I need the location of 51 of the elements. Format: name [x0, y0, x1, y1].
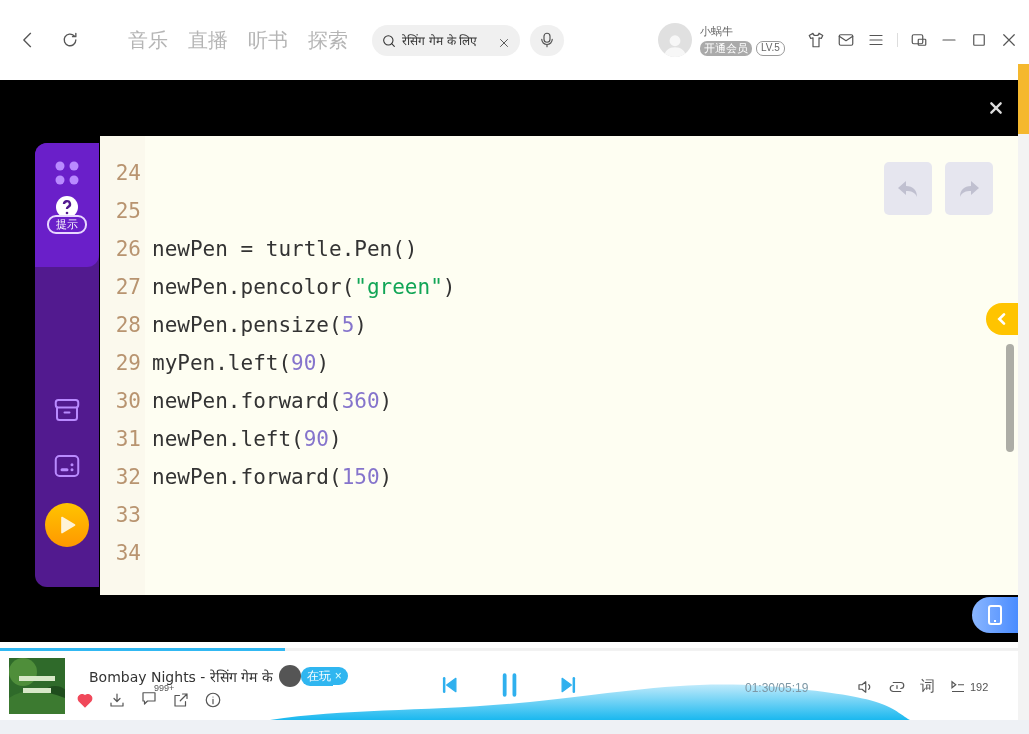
line-number: 34 — [114, 540, 142, 567]
code-line: newPen.forward(150) — [152, 464, 394, 491]
code-line: newPen = turtle.Pen() — [152, 236, 419, 263]
user-name: 小蜗牛 — [700, 24, 734, 39]
microphone-icon — [538, 31, 556, 49]
apps-icon[interactable] — [55, 161, 79, 185]
line-number: 24 — [114, 160, 142, 187]
lyrics-button[interactable]: 词 — [920, 677, 935, 696]
comment-icon[interactable] — [140, 689, 158, 707]
code-line: newPen.pencolor("green") — [152, 274, 456, 301]
nav-tab[interactable]: 听书 — [248, 26, 288, 54]
line-number: 30 — [114, 388, 142, 415]
search-icon — [381, 32, 397, 49]
status-badge[interactable]: 在玩 — [300, 666, 333, 686]
nav-tab[interactable]: 探索 — [308, 26, 348, 54]
code-line: newPen.left(90) — [152, 426, 343, 453]
line-number: 29 — [114, 350, 142, 377]
heart-icon[interactable] — [76, 691, 94, 709]
line-number: 26 — [114, 236, 142, 263]
line-number: 28 — [114, 312, 142, 339]
line-number: 27 — [114, 274, 142, 301]
info-icon[interactable] — [204, 691, 222, 709]
scrollbar[interactable] — [1006, 344, 1014, 452]
hint-button[interactable]: 提示 — [47, 195, 87, 234]
playlist-button[interactable]: 192 — [949, 677, 989, 696]
clear-icon[interactable] — [498, 36, 510, 49]
close-icon[interactable] — [988, 100, 1004, 116]
line-number: 32 — [114, 464, 142, 491]
phone-icon — [987, 605, 1003, 625]
line-number: 25 — [114, 198, 142, 225]
share-icon[interactable] — [172, 691, 190, 709]
nav-tab[interactable]: 直播 — [188, 26, 228, 54]
code-line: newPen.pensize(5) — [152, 312, 368, 339]
code-line: newPen.forward(360) — [152, 388, 394, 415]
song-title[interactable]: Bombay Nights - रेसिंग गेम के — [89, 666, 273, 686]
code-line: myPen.left(90) — [152, 350, 331, 377]
voice-search-button[interactable] — [530, 24, 564, 56]
code-editor[interactable]: 24 25 26 27 28 29 30 31 32 33 34 newPen = turtle.Pen() newPen.pencolor("green") newPen.pensize(5) myPen.left(90) newPen.forward(360) newPen.left(90) newPen.forward(150) — [100, 136, 1018, 595]
line-number: 31 — [114, 426, 142, 453]
mini-player-icon[interactable] — [909, 31, 928, 49]
mobile-button[interactable] — [972, 597, 1018, 633]
user-avatar[interactable] — [278, 665, 301, 687]
search-field[interactable]: रेसिंग गेम के लिए — [372, 24, 520, 56]
vip-badge[interactable]: 开通会员 — [700, 41, 752, 56]
run-button[interactable] — [45, 503, 89, 547]
nav-tab[interactable]: 音乐 — [128, 26, 168, 54]
level-badge: LV.5 — [756, 41, 785, 56]
mail-icon[interactable] — [836, 31, 855, 49]
line-number: 33 — [114, 502, 142, 529]
tshirt-icon[interactable] — [806, 31, 825, 49]
download-icon[interactable] — [108, 691, 126, 709]
